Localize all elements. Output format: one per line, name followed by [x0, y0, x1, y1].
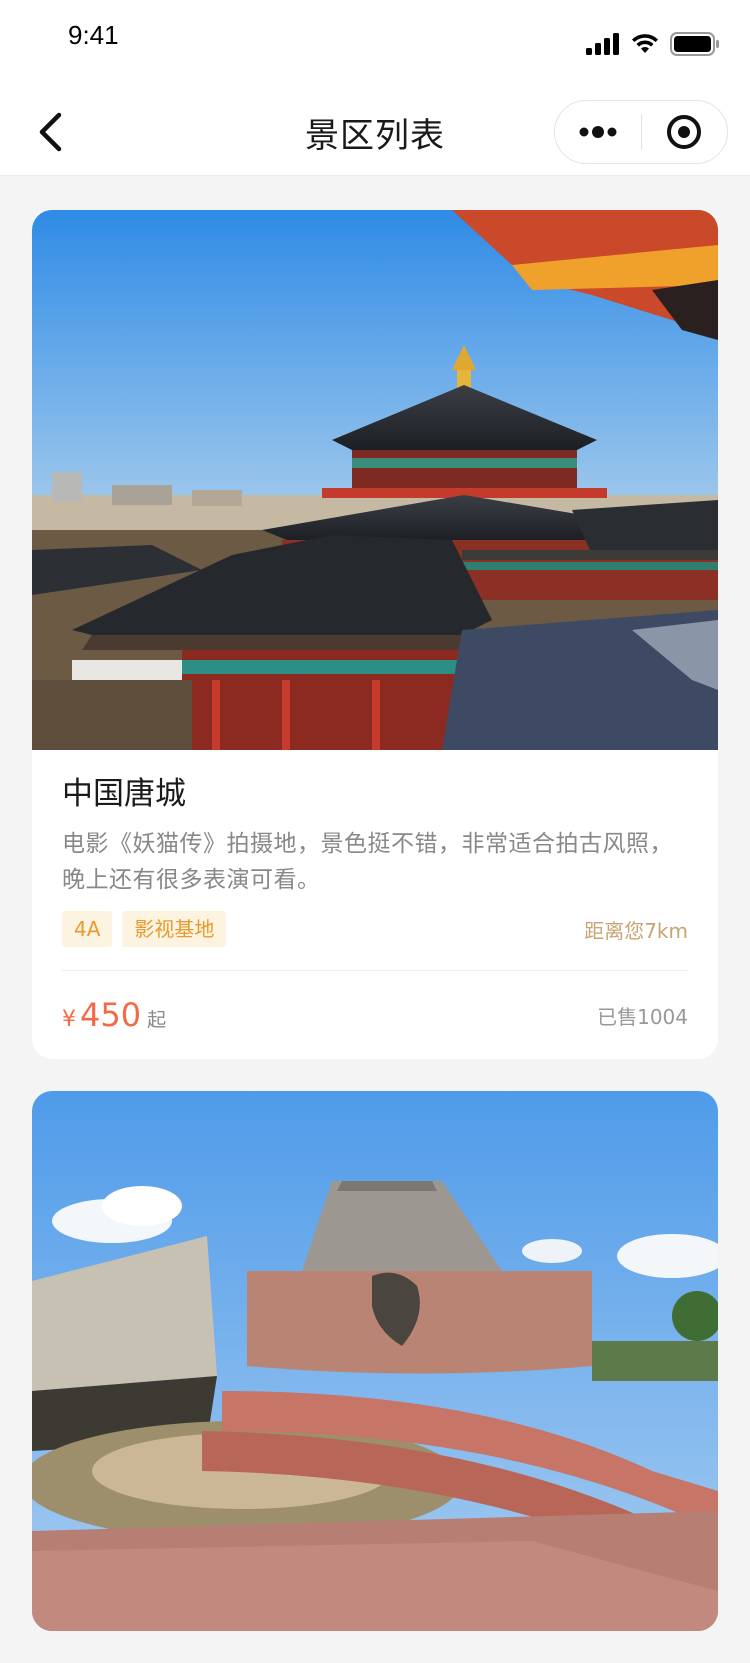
monument-plaza-photo	[32, 1091, 718, 1631]
price: ¥ 450 起	[62, 996, 166, 1034]
spot-description: 电影《妖猫传》拍摄地，景色挺不错，非常适合拍古风照，晚上还有很多表演可看。	[62, 831, 673, 893]
price-suffix: 起	[147, 1009, 167, 1031]
tag-rating: 4A	[62, 911, 113, 947]
target-icon	[667, 115, 702, 149]
status-icons	[586, 30, 720, 58]
scenic-card[interactable]	[32, 1091, 718, 1631]
distance-label: 距离您7km	[584, 918, 688, 943]
status-time: 9:41	[68, 20, 119, 50]
more-button[interactable]	[555, 101, 641, 163]
tang-city-photo	[32, 210, 718, 750]
close-program-button[interactable]	[642, 101, 728, 163]
mini-program-capsule	[554, 100, 728, 164]
price-value: 450	[80, 996, 142, 1034]
status-bar: 9:41	[0, 0, 750, 88]
spot-name: 中国唐城	[62, 776, 186, 812]
tag-category: 影视基地	[122, 911, 227, 947]
price-row: ¥ 450 起 已售1004	[62, 971, 688, 1059]
signal-icon	[586, 33, 619, 55]
scenic-card[interactable]: 中国唐城 电影《妖猫传》拍摄地，景色挺不错，非常适合拍古风照，晚上还有很多表演可…	[32, 210, 718, 1059]
sold-count: 已售1004	[597, 1004, 688, 1029]
meta-row: 4A 影视基地 距离您7km	[62, 910, 688, 948]
tag-list: 4A 影视基地	[62, 911, 227, 947]
battery-icon	[670, 32, 719, 56]
currency-symbol: ¥	[62, 1007, 76, 1032]
more-dots-icon	[579, 126, 617, 138]
nav-bar: 景区列表	[0, 88, 750, 176]
wifi-icon	[632, 34, 658, 53]
scenic-list: 中国唐城 电影《妖猫传》拍摄地，景色挺不错，非常适合拍古风照，晚上还有很多表演可…	[32, 210, 718, 1663]
